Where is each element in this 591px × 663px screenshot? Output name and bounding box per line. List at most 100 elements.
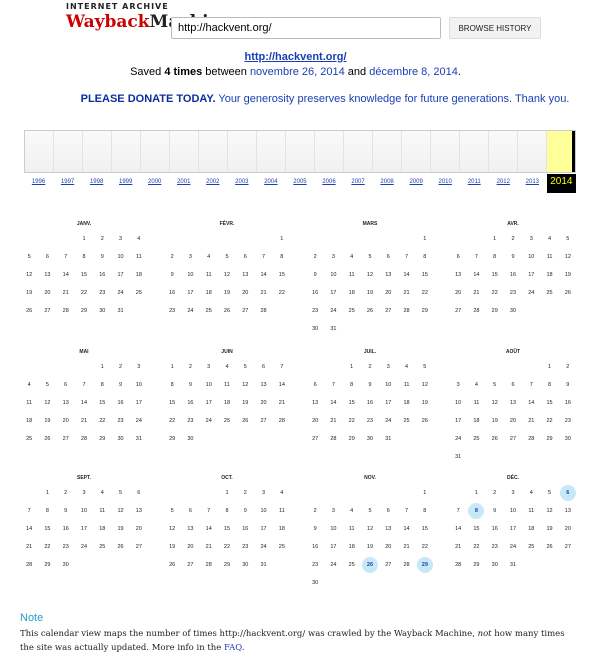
wayback-logo[interactable]: INTERNET ARCHIVE WaybackMachine [66,2,232,42]
calendar-day: 8 [548,382,552,388]
week-row: 21 22 23 24 25 26 27 [20,538,148,556]
year-label-2006[interactable]: 2006 [314,177,343,193]
calendar-day: 14 [278,382,285,388]
year-bar-1996[interactable] [25,131,54,172]
site-link[interactable]: http://hackvent.org/ [0,51,591,63]
calendar-day: 14 [205,526,212,532]
year-label-1997[interactable]: 1997 [53,177,82,193]
calendar-empty-cell [218,430,236,448]
year-label-2013[interactable]: 2013 [518,177,547,193]
year-bar-1998[interactable] [83,131,112,172]
year-label-2003[interactable]: 2003 [227,177,256,193]
year-bar-1999[interactable] [112,131,141,172]
faq-link[interactable]: FAQ [224,643,242,653]
year-bar-2013[interactable] [518,131,547,172]
year-bar-2012[interactable] [489,131,518,172]
calendar-day: 1 [170,364,174,370]
calendar-day: 14 [403,272,410,278]
calendar-day: 24 [330,308,337,314]
calendar-day: 17 [135,400,142,406]
year-label-2004[interactable]: 2004 [256,177,285,193]
year-bar-2009[interactable] [402,131,431,172]
calendar-day: 19 [421,400,428,406]
calendar-day: 9 [64,508,68,514]
calendar-day: 10 [385,382,392,388]
week-row: 9 10 11 12 13 14 15 [306,520,434,538]
year-label-2009[interactable]: 2009 [402,177,431,193]
calendar-day: 11 [26,400,32,406]
year-bar-2001[interactable] [170,131,199,172]
calendar-empty-cell [343,320,361,338]
week-row: 14 15 16 17 18 19 20 [449,520,577,538]
year-label-2011[interactable]: 2011 [460,177,489,193]
calendar-day: 24 [117,290,124,296]
calendar-empty-cell [361,320,379,338]
year-label-2002[interactable]: 2002 [198,177,227,193]
year-bar-2005[interactable] [286,131,315,172]
calendar-day: 12 [26,272,33,278]
month-9: SEPT. 1 2 3 4 5 6 7 8 9 10 11 12 13 14 15 16 17 18 19 20 21 22… [20,472,148,574]
url-input[interactable] [171,17,441,39]
year-bar-2010[interactable] [431,131,460,172]
calendar-day: 7 [280,364,284,370]
year-label-1996[interactable]: 1996 [24,177,53,193]
year-bar-2008[interactable] [373,131,402,172]
year-bar-2011[interactable] [460,131,489,172]
year-bar-1997[interactable] [54,131,83,172]
year-label-2010[interactable]: 2010 [431,177,460,193]
calendar-day: 25 [348,562,355,568]
calendar-day: 12 [44,400,51,406]
week-row: 1 2 3 4 [20,230,148,248]
calendar-day-snapshot[interactable]: 6 [559,484,577,502]
calendar-day: 13 [62,400,69,406]
calendar-day: 27 [260,418,267,424]
year-bar-2004[interactable] [257,131,286,172]
first-capture-link[interactable]: novembre 26, 2014 [250,66,345,78]
week-row: 31 [449,448,577,466]
last-capture-link[interactable]: décembre 8, 2014 [369,66,458,78]
calendar-day: 21 [260,290,267,296]
calendar-empty-cell [343,484,361,502]
year-bar-2002[interactable] [199,131,228,172]
calendar-day: 17 [528,272,535,278]
calendar-day: 21 [62,290,69,296]
donate-banner[interactable]: PLEASE DONATE TODAY. Your generosity pre… [60,92,590,107]
calendar-empty-cell [361,484,379,502]
year-bar-2003[interactable] [228,131,257,172]
month-name: NOV. [364,475,376,481]
year-label-1999[interactable]: 1999 [111,177,140,193]
year-histogram[interactable] [24,130,576,173]
calendar-day: 18 [546,272,553,278]
calendar-day: 29 [491,308,498,314]
calendar-day: 27 [385,308,392,314]
calendar-day-snapshot[interactable]: 26 [361,556,379,574]
calendar-day: 20 [312,418,319,424]
year-label-1998[interactable]: 1998 [82,177,111,193]
year-bar-2014[interactable] [547,131,575,172]
year-label-2000[interactable]: 2000 [140,177,169,193]
calendar-day: 24 [385,418,392,424]
calendar-day: 6 [64,382,68,388]
calendar-day: 20 [455,290,462,296]
calendar-empty-cell [397,320,415,338]
year-label-2005[interactable]: 2005 [285,177,314,193]
year-label-2012[interactable]: 2012 [489,177,518,193]
calendar-day-snapshot[interactable]: 8 [467,502,485,520]
year-label-2008[interactable]: 2008 [373,177,402,193]
calendar-day: 16 [99,272,106,278]
year-bar-2007[interactable] [344,131,373,172]
calendar-empty-cell [324,358,342,376]
calendar-day: 29 [348,436,355,442]
calendar-day: 15 [491,272,498,278]
year-bar-2006[interactable] [315,131,344,172]
week-row: 16 17 18 19 20 21 22 [163,284,291,302]
calendar-day: 7 [405,508,409,514]
calendar-day-snapshot[interactable]: 29 [416,556,434,574]
year-label-2001[interactable]: 2001 [169,177,198,193]
calendar-day: 12 [546,508,553,514]
calendar-day: 9 [313,526,317,532]
browse-history-button[interactable]: BROWSE HISTORY [449,17,541,39]
year-label-2007[interactable]: 2007 [344,177,373,193]
year-bar-2000[interactable] [141,131,170,172]
year-label-2014[interactable]: 2014 [546,174,576,193]
